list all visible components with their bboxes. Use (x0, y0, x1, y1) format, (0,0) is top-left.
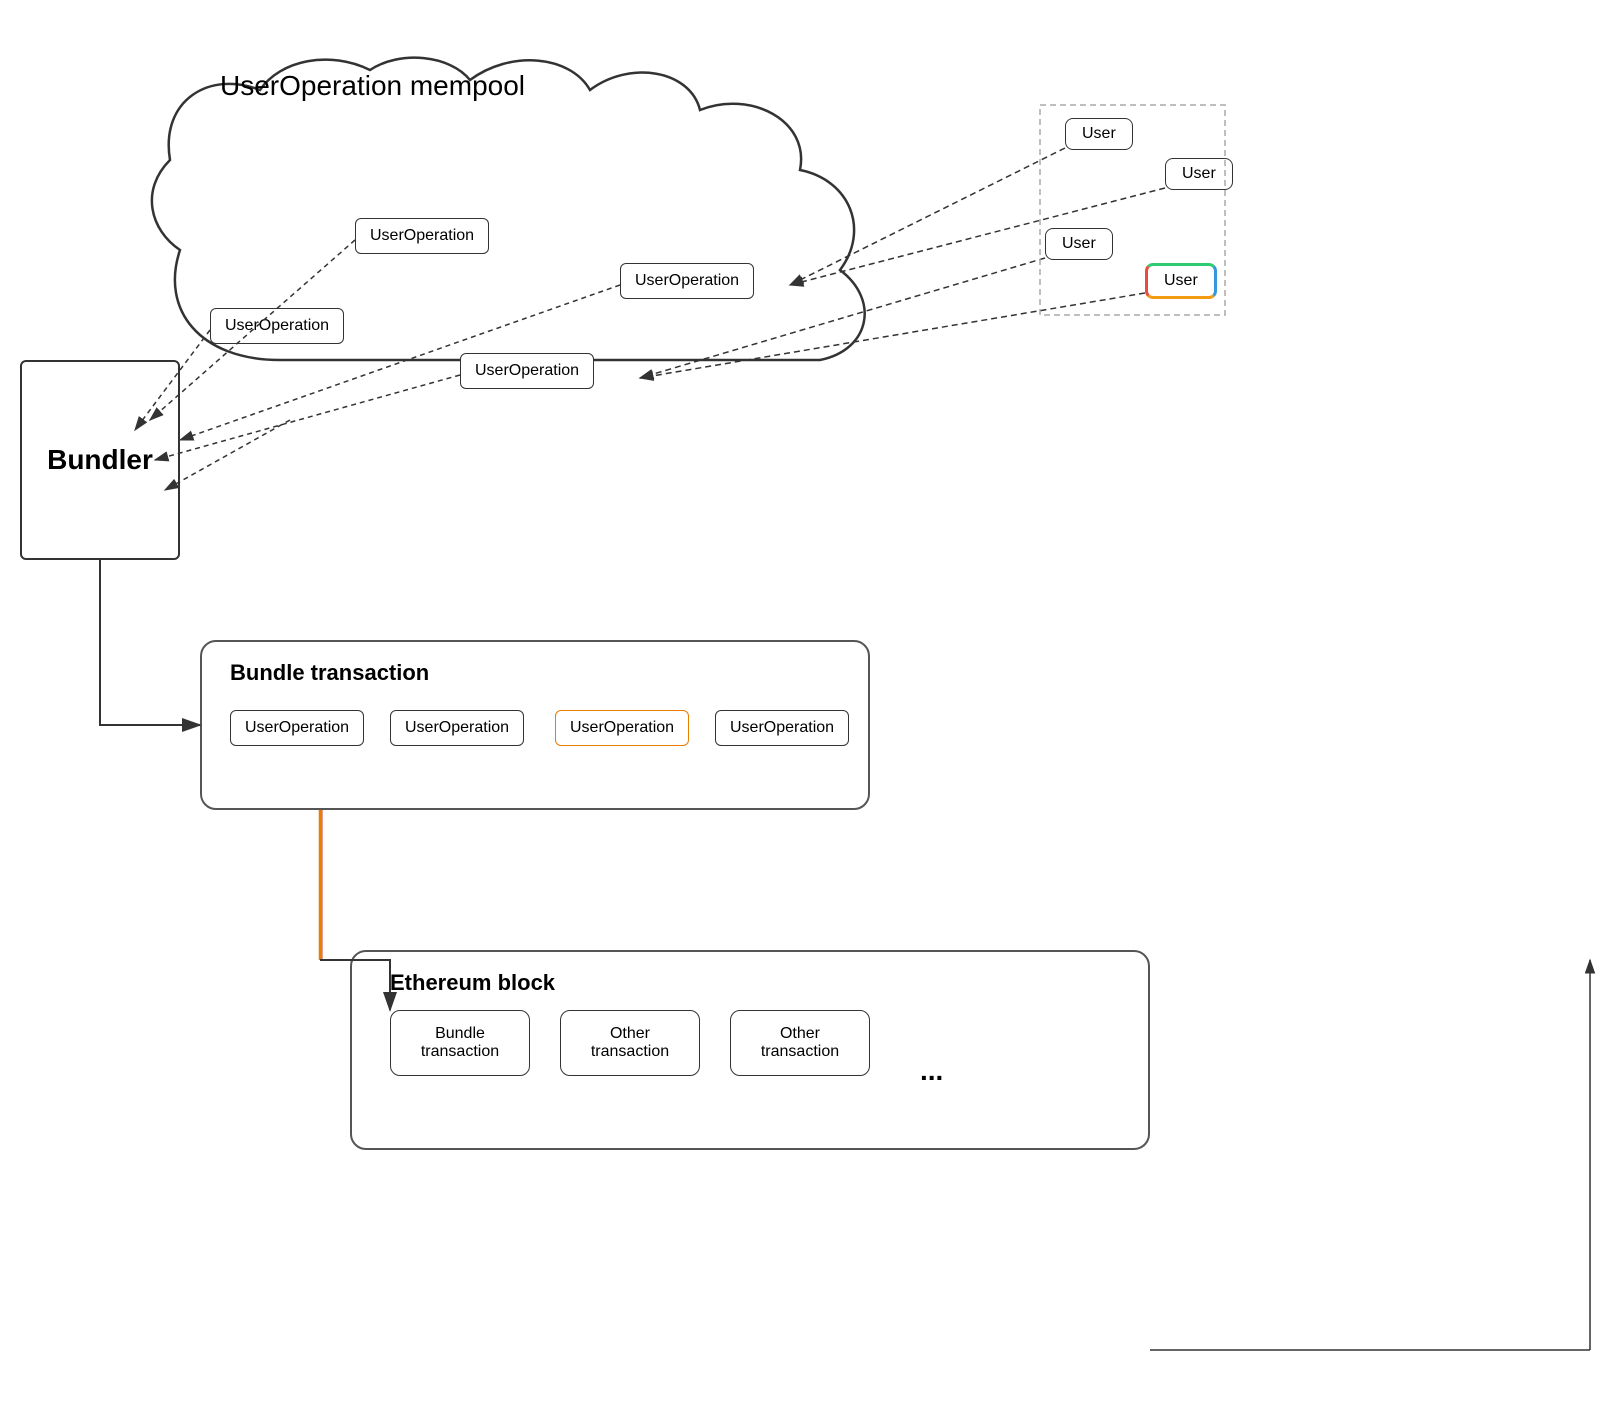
bundle-uo-1: UserOperation (230, 710, 364, 746)
bundler-box: Bundler (20, 360, 180, 560)
eth-block-label: Ethereum block (390, 970, 555, 996)
bundle-uo-4: UserOperation (715, 710, 849, 746)
cloud-label: UserOperation mempool (220, 70, 525, 102)
diagram-container: UserOperation mempool UserOperation User… (0, 0, 1622, 1402)
eth-tx-2: Othertransaction (560, 1010, 700, 1076)
uo-box-1: UserOperation (355, 218, 489, 254)
ellipsis: ... (920, 1055, 943, 1087)
user-box-2: User (1165, 158, 1233, 190)
user-box-3: User (1045, 228, 1113, 260)
bundle-uo-2: UserOperation (390, 710, 524, 746)
bundle-transaction-label: Bundle transaction (230, 660, 429, 686)
uo-box-3: UserOperation (210, 308, 344, 344)
user-box-1: User (1065, 118, 1133, 150)
uo-box-2: UserOperation (620, 263, 754, 299)
user-box-4: User (1145, 263, 1217, 299)
eth-tx-1: Bundletransaction (390, 1010, 530, 1076)
bundle-uo-3: UserOperation (555, 710, 689, 746)
uo-box-4: UserOperation (460, 353, 594, 389)
eth-tx-3: Othertransaction (730, 1010, 870, 1076)
